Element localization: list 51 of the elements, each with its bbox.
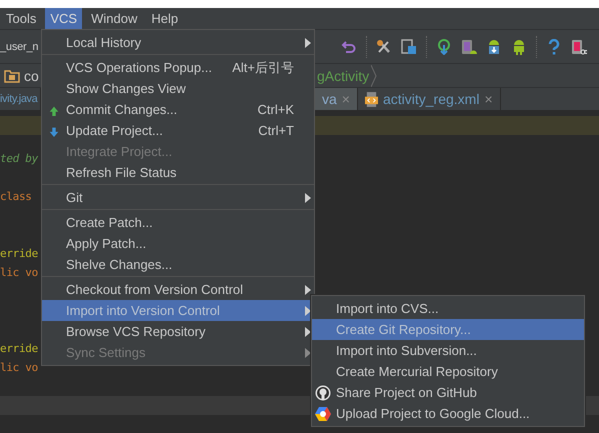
menu-bar-item[interactable]: Help <box>146 8 184 29</box>
menu-item[interactable]: Shelve Changes... <box>42 254 314 275</box>
device-icon[interactable] <box>461 38 477 54</box>
xml-file-icon <box>364 92 378 106</box>
submenu-arrow-icon <box>305 193 311 203</box>
menu-item[interactable]: Upload Project to Google Cloud... <box>312 403 584 424</box>
menu-item[interactable]: Create Patch... <box>42 212 314 233</box>
submenu-arrow-icon <box>305 306 311 316</box>
menu-item[interactable]: Local History <box>42 32 314 53</box>
undo-icon[interactable] <box>341 38 357 54</box>
submenu-arrow-icon <box>305 38 311 48</box>
run-config-field[interactable]: _user_n <box>0 40 41 52</box>
arrow-up-icon <box>48 104 60 116</box>
code-text: lic vo <box>0 361 38 374</box>
code-text: class <box>0 190 32 203</box>
submenu-arrow-icon <box>305 348 311 358</box>
hexagon-logo-icon <box>315 406 331 422</box>
code-text: erride <box>0 247 38 260</box>
menu-item[interactable]: Checkout from Version Control <box>42 279 314 300</box>
android-download-icon[interactable] <box>486 38 502 54</box>
menu-item[interactable]: Commit Changes... Ctrl+K <box>42 99 314 120</box>
android-icon[interactable] <box>511 38 527 54</box>
menu-bar-item[interactable]: VCS <box>45 8 82 29</box>
chevron-icon <box>371 64 378 86</box>
sync-icon[interactable] <box>436 38 452 54</box>
menu-item[interactable]: VCS Operations Popup... Alt+后引号 <box>42 57 314 78</box>
menu-bar-item[interactable]: Window <box>86 8 142 29</box>
grid-icon[interactable] <box>401 38 417 54</box>
menu-item[interactable]: Git <box>42 187 314 208</box>
breadcrumb-item[interactable]: co <box>24 68 39 84</box>
help-icon[interactable] <box>546 38 562 54</box>
editor-tab[interactable]: activity_reg.xml × <box>358 88 501 110</box>
phone-icon[interactable] <box>571 38 587 54</box>
menu-item[interactable]: Update Project... Ctrl+T <box>42 120 314 141</box>
code-text: erride <box>0 342 38 355</box>
menu-item[interactable]: Show Changes View <box>42 78 314 99</box>
menu-item[interactable]: Refresh File Status <box>42 162 314 183</box>
breadcrumb-item[interactable]: gActivity <box>317 68 370 84</box>
menu-item[interactable]: Share Project on GitHub <box>312 382 584 403</box>
menu-bar-item[interactable]: Tools <box>1 8 42 29</box>
submenu-arrow-icon <box>305 285 311 295</box>
menu-item[interactable]: Apply Patch... <box>42 233 314 254</box>
menu-item[interactable]: Import into CVS... <box>312 298 584 319</box>
menu-item[interactable]: Import into Subversion... <box>312 340 584 361</box>
code-text: lic vo <box>0 266 38 279</box>
menu-item[interactable]: Browse VCS Repository <box>42 321 314 342</box>
submenu-arrow-icon <box>305 327 311 337</box>
arrow-down-icon <box>48 125 60 137</box>
menu-item[interactable]: Create Mercurial Repository <box>312 361 584 382</box>
code-text: ted by <box>0 152 38 165</box>
folder-icon <box>4 68 20 82</box>
